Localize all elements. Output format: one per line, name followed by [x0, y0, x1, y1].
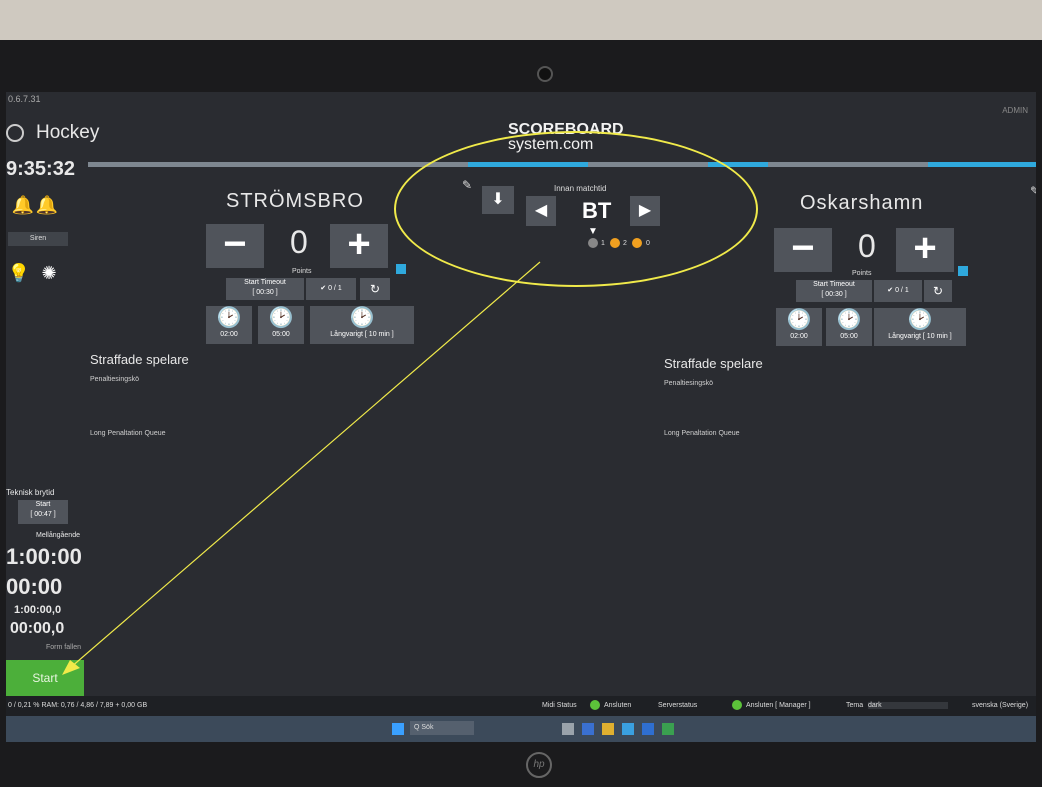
- annotation-arrow: [62, 261, 541, 675]
- annotation-arrow-line: [69, 261, 541, 669]
